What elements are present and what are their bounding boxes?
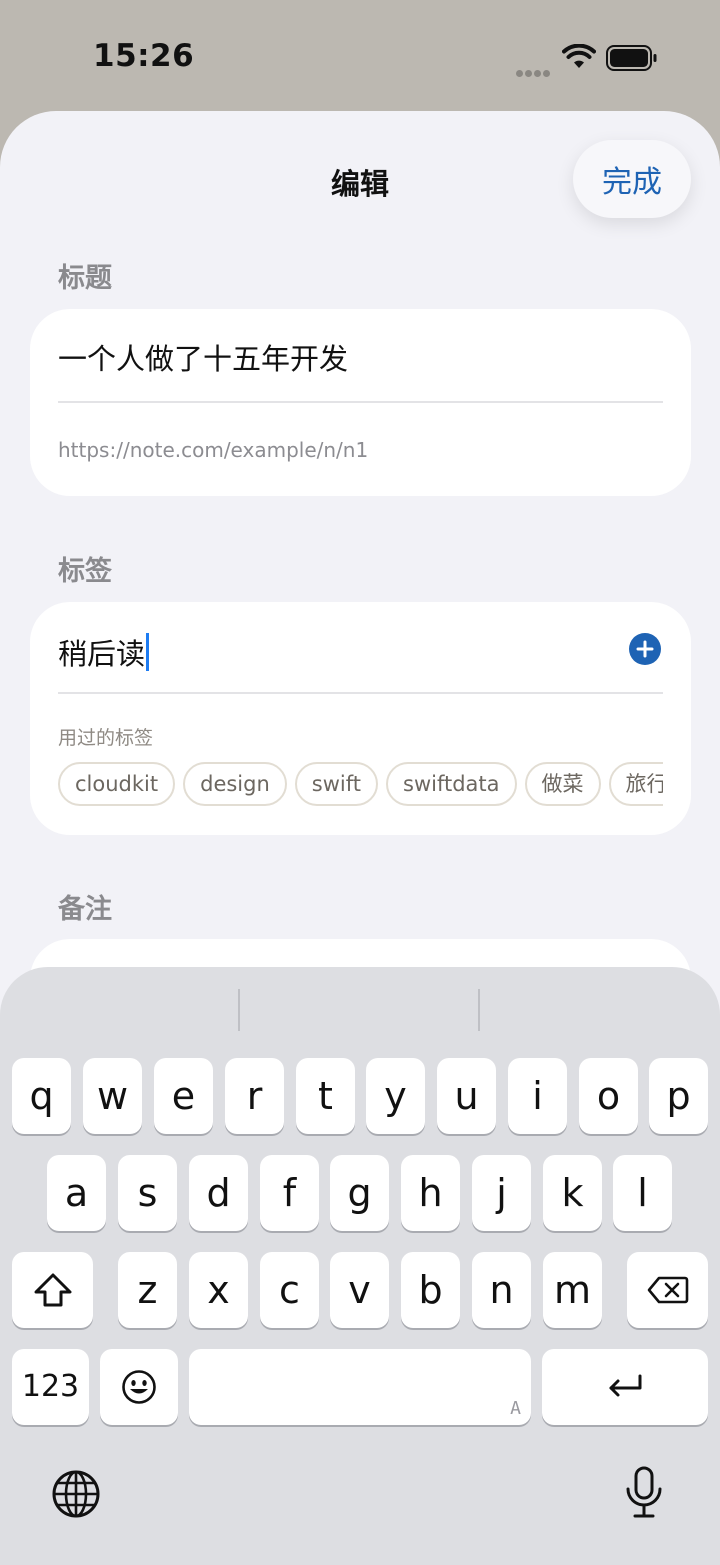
key-n[interactable]: n (472, 1252, 531, 1328)
tag-chip[interactable]: cloudkit (58, 762, 176, 806)
microphone-icon[interactable] (622, 1465, 666, 1521)
globe-icon[interactable] (51, 1469, 101, 1519)
url-field[interactable]: https://note.com/example/n/n1 (58, 438, 368, 462)
tag-chip[interactable]: design (183, 762, 287, 806)
key-x[interactable]: x (189, 1252, 248, 1328)
title-field[interactable]: 一个人做了十五年开发 (58, 336, 348, 378)
recent-tags-label: 用过的标签 (58, 727, 154, 749)
key-v[interactable]: v (330, 1252, 389, 1328)
key-s[interactable]: s (118, 1155, 177, 1231)
return-key[interactable] (542, 1349, 708, 1425)
key-f[interactable]: f (260, 1155, 319, 1231)
return-icon (609, 1374, 642, 1397)
plus-icon (636, 640, 654, 658)
key-h[interactable]: h (401, 1155, 460, 1231)
key-w[interactable]: w (83, 1058, 142, 1134)
emoji-icon (122, 1370, 156, 1404)
key-l[interactable]: l (613, 1155, 672, 1231)
divider (58, 401, 663, 403)
title-card: 一个人做了十五年开发 https://note.com/example/n/n1 (30, 309, 691, 496)
key-c[interactable]: c (260, 1252, 319, 1328)
key-e[interactable]: e (154, 1058, 213, 1134)
keyboard: q w e r t y u i o p a s d f g h j k l z … (0, 967, 720, 1565)
key-t[interactable]: t (296, 1058, 355, 1134)
shift-key[interactable] (12, 1252, 93, 1328)
key-b[interactable]: b (401, 1252, 460, 1328)
key-p[interactable]: p (649, 1058, 708, 1134)
space-hint: A (510, 1398, 521, 1419)
title-section-label: 标题 (58, 263, 112, 294)
wifi-icon (562, 44, 596, 68)
key-z[interactable]: z (118, 1252, 177, 1328)
status-time: 15:26 (93, 38, 195, 74)
notes-section-label: 备注 (58, 894, 112, 925)
backspace-icon (647, 1276, 688, 1304)
battery-icon (606, 45, 657, 71)
status-bar: 15:26 (0, 0, 720, 112)
key-d[interactable]: d (189, 1155, 248, 1231)
text-caret (146, 633, 150, 671)
add-tag-button[interactable] (629, 633, 661, 665)
tag-chip[interactable]: swiftdata (386, 762, 517, 806)
tags-section-label: 标签 (58, 556, 112, 587)
key-m[interactable]: m (543, 1252, 602, 1328)
done-button[interactable]: 完成 (573, 140, 691, 218)
shift-icon (34, 1273, 71, 1307)
tag-chip[interactable]: swift (294, 762, 378, 806)
emoji-key[interactable] (100, 1349, 178, 1425)
key-a[interactable]: a (47, 1155, 106, 1231)
key-k[interactable]: k (543, 1155, 602, 1231)
tag-chip[interactable]: 旅行 (608, 762, 663, 806)
tag-chip[interactable]: 做菜 (524, 762, 601, 806)
tag-input-text: 稍后读 (58, 637, 146, 671)
key-o[interactable]: o (579, 1058, 638, 1134)
divider (58, 692, 663, 694)
suggestion-divider (238, 989, 240, 1031)
key-g[interactable]: g (330, 1155, 389, 1231)
suggestion-divider (478, 989, 480, 1031)
key-r[interactable]: r (225, 1058, 284, 1134)
key-y[interactable]: y (366, 1058, 425, 1134)
tags-card: 稍后读 用过的标签 cloudkit design swift swiftdata 做菜… (30, 602, 691, 835)
tag-input[interactable]: 稍后读 (58, 631, 150, 673)
signal-dots-icon (516, 62, 552, 77)
space-key[interactable]: A (189, 1349, 531, 1425)
key-j[interactable]: j (472, 1155, 531, 1231)
key-i[interactable]: i (508, 1058, 567, 1134)
recent-tags-row: cloudkit design swift swiftdata 做菜 旅行 (58, 762, 663, 808)
numbers-key[interactable]: 123 (12, 1349, 89, 1425)
backspace-key[interactable] (627, 1252, 708, 1328)
key-q[interactable]: q (12, 1058, 71, 1134)
key-u[interactable]: u (437, 1058, 496, 1134)
